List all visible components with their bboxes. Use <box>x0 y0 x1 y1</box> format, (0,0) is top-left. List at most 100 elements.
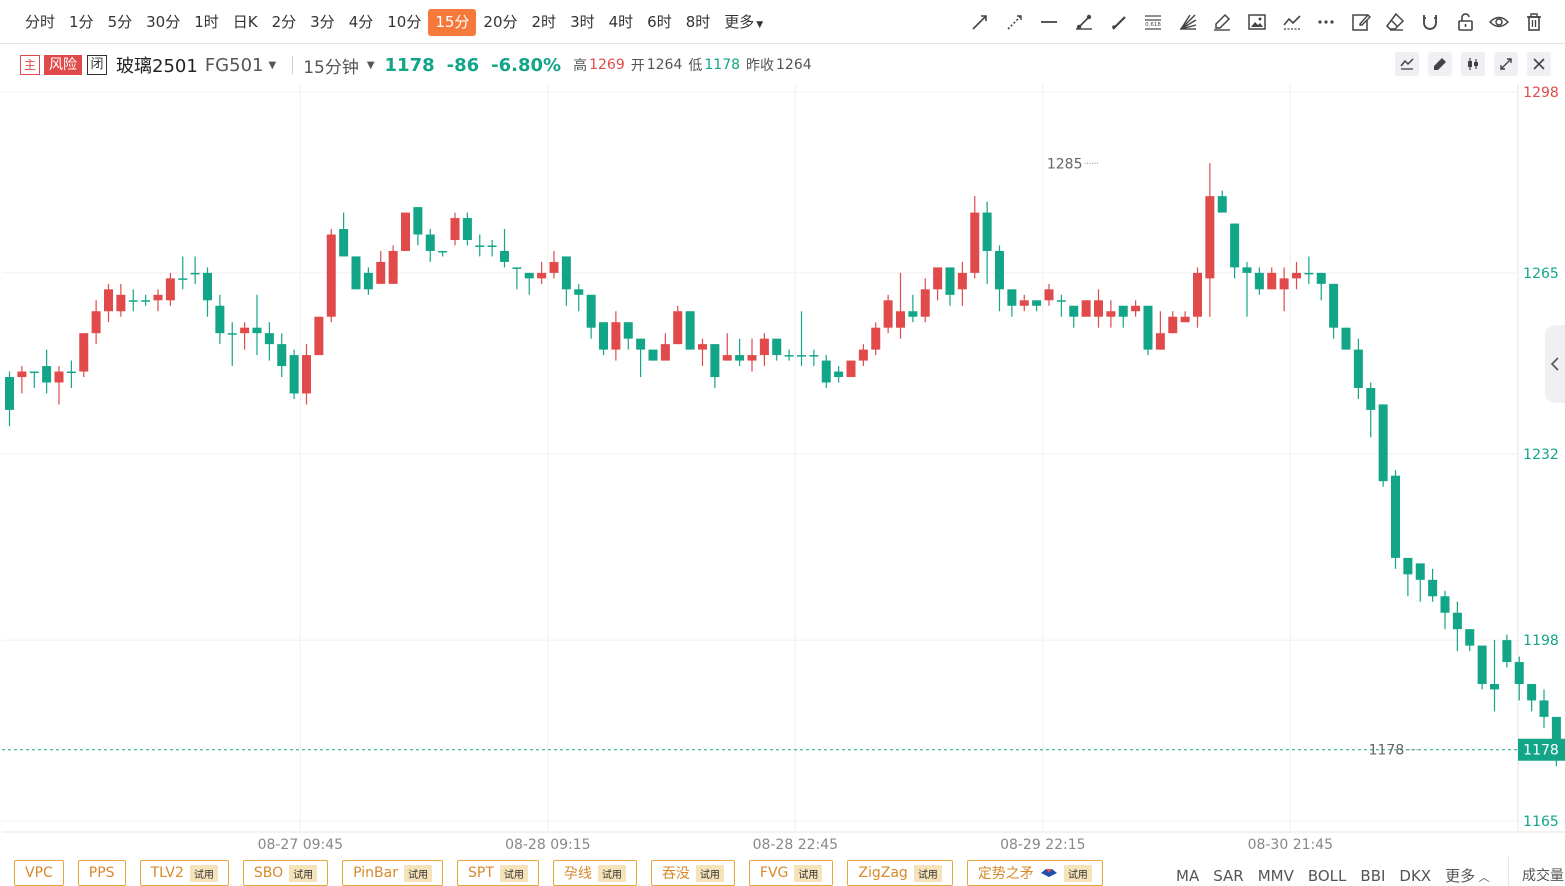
period-tab-label: 1时 <box>194 13 219 31</box>
period-tab-label: 4时 <box>608 13 634 31</box>
candle <box>1118 305 1128 328</box>
indicator-link-3[interactable]: BOLL <box>1308 867 1347 885</box>
interval-dropdown-icon[interactable]: ▼ <box>367 60 375 71</box>
indicator-link-0[interactable]: MA <box>1176 867 1199 885</box>
symbol-dropdown-icon[interactable]: ▼ <box>268 60 276 71</box>
candle <box>1440 590 1450 630</box>
candle <box>673 305 683 345</box>
candle-body <box>1032 300 1042 306</box>
indicator-tag-9[interactable]: ZigZag 试用 <box>847 860 953 886</box>
indicator-link-5[interactable]: DKX <box>1399 867 1431 885</box>
indicator-tag-7[interactable]: 吞没 试用 <box>650 860 735 886</box>
instrument-name[interactable]: 玻璃2501 <box>116 52 198 78</box>
image-icon[interactable] <box>1240 8 1275 36</box>
candle-body <box>883 300 893 328</box>
period-tab-17[interactable]: 更多 ▼ <box>717 9 770 36</box>
period-tab-11[interactable]: 20分 <box>476 9 524 36</box>
candle-body <box>871 327 881 350</box>
indicator-tag-5[interactable]: SPT 试用 <box>457 860 539 886</box>
indicator-tag-0[interactable]: VPC <box>14 860 64 886</box>
candle <box>190 256 200 284</box>
draw-toggle-button[interactable] <box>1428 52 1452 76</box>
period-tab-12[interactable]: 2时 <box>525 9 564 36</box>
candle <box>475 234 485 257</box>
horizontal-line-icon[interactable] <box>1032 8 1067 36</box>
dashed-ray-icon[interactable] <box>998 8 1033 36</box>
candle <box>203 267 212 317</box>
period-tab-16[interactable]: 8时 <box>679 9 718 36</box>
indicator-tag-6[interactable]: 孕线 试用 <box>552 860 637 886</box>
candle-body <box>401 212 410 251</box>
period-tab-9[interactable]: 10分 <box>380 9 428 36</box>
indicator-tag-10[interactable]: 定势之矛 试用 <box>966 860 1103 886</box>
candle-body <box>1205 196 1215 279</box>
candle-style-button[interactable] <box>1461 52 1485 76</box>
candle <box>623 322 633 350</box>
segment-icon[interactable] <box>1067 8 1102 36</box>
candle-body <box>240 327 250 334</box>
period-tab-6[interactable]: 2分 <box>265 9 304 36</box>
trash-icon[interactable] <box>1516 8 1551 36</box>
brush-icon[interactable] <box>1205 8 1240 36</box>
indicator-tag-4[interactable]: PinBar 试用 <box>342 860 443 886</box>
candle-body <box>970 212 980 273</box>
market-closed-badge: 闭 <box>87 55 107 75</box>
period-tab-10[interactable]: 15分 <box>428 9 477 36</box>
candle <box>1168 311 1178 334</box>
period-tab-7[interactable]: 3分 <box>303 9 342 36</box>
side-panel-toggle[interactable] <box>1545 325 1565 403</box>
instrument-code[interactable]: FG501 <box>205 55 264 76</box>
period-tab-label: 2分 <box>271 13 297 31</box>
period-tab-15[interactable]: 6时 <box>640 9 679 36</box>
indicator-link-1[interactable]: SAR <box>1213 867 1243 885</box>
candle <box>376 250 386 284</box>
unlock-icon[interactable] <box>1447 8 1482 36</box>
interval-selector[interactable]: 15分钟 <box>303 53 359 78</box>
candle <box>1131 300 1141 317</box>
eye-icon[interactable] <box>1482 8 1517 36</box>
period-tab-13[interactable]: 3时 <box>563 9 602 36</box>
indicator-tag-8[interactable]: FVG 试用 <box>748 860 834 886</box>
period-tab-1[interactable]: 1分 <box>62 9 101 36</box>
candlestick-chart[interactable]: 1178 1285 1178 1298 1265 1232 1198 1165 08-27 0… <box>0 84 1565 856</box>
candle <box>289 349 299 399</box>
period-tab-0[interactable]: 分时 <box>18 9 62 36</box>
edit-icon[interactable] <box>1343 8 1378 36</box>
period-tab-label: 3分 <box>310 13 335 31</box>
eraser-icon[interactable] <box>1378 8 1413 36</box>
candle <box>1452 601 1462 652</box>
period-tab-4[interactable]: 1时 <box>187 9 226 36</box>
fan-icon[interactable] <box>1170 8 1205 36</box>
period-tab-14[interactable]: 4时 <box>602 9 641 36</box>
candle-body <box>1329 283 1339 328</box>
period-tab-8[interactable]: 4分 <box>342 9 381 36</box>
candle <box>42 349 52 394</box>
candle <box>561 256 571 306</box>
period-tab-2[interactable]: 5分 <box>101 9 140 36</box>
candle <box>586 294 596 339</box>
candle-body <box>1465 629 1475 646</box>
indicator-link-2[interactable]: MMV <box>1258 867 1294 885</box>
indicator-tag-2[interactable]: TLV2 试用 <box>139 860 229 886</box>
candle <box>264 322 274 361</box>
ray-line-icon[interactable] <box>963 8 998 36</box>
candle <box>1415 563 1425 602</box>
volume-label[interactable]: 成交量 <box>1522 865 1564 885</box>
more-indicators-button[interactable]: 更多 ︿ <box>1445 865 1490 886</box>
indicator-label: SBO <box>253 865 284 881</box>
period-tab-3[interactable]: 30分 <box>139 9 187 36</box>
fullscreen-button[interactable] <box>1494 52 1518 76</box>
candle <box>91 300 101 345</box>
chart-type-button[interactable] <box>1395 52 1419 76</box>
fibonacci-icon[interactable]: 0.618 <box>1136 8 1171 36</box>
period-tab-5[interactable]: 日K <box>226 9 265 36</box>
more-dots-icon[interactable] <box>1309 8 1344 36</box>
pen-icon[interactable] <box>1101 8 1136 36</box>
close-chart-button[interactable] <box>1527 52 1551 76</box>
trend-chart-icon[interactable] <box>1274 8 1309 36</box>
candle-body <box>722 355 732 361</box>
indicator-link-4[interactable]: BBI <box>1360 867 1385 885</box>
indicator-tag-3[interactable]: SBO 试用 <box>242 860 329 886</box>
indicator-tag-1[interactable]: PPS <box>77 860 126 886</box>
magnet-icon[interactable] <box>1413 8 1448 36</box>
